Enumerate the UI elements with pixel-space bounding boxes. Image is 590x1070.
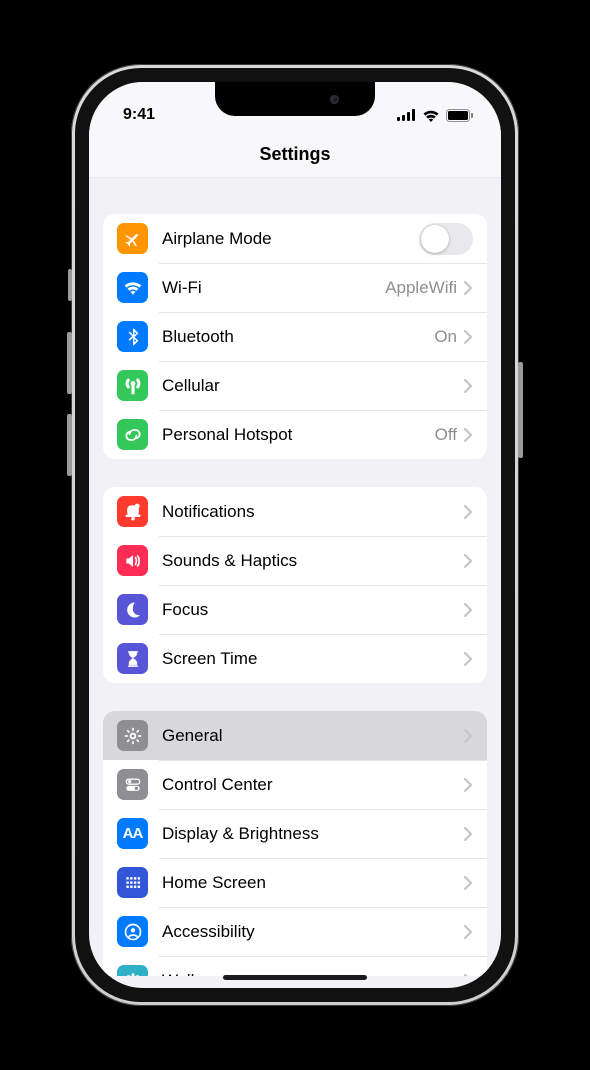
- bell-icon: [117, 496, 148, 527]
- iphone-device-frame: 9:41 Settings Airplane Mode Wi-FiAppleWif…: [71, 64, 519, 1006]
- settings-group: General Control Center AA Display & Brightn…: [103, 711, 487, 976]
- screen-time-label: Screen Time: [162, 649, 463, 669]
- control-center-row[interactable]: Control Center: [103, 760, 487, 809]
- sounds-haptics-label: Sounds & Haptics: [162, 551, 463, 571]
- status-time: 9:41: [123, 106, 155, 124]
- chevron-right-icon: [463, 553, 473, 569]
- wifi-detail: AppleWifi: [385, 278, 457, 298]
- page-title: Settings: [89, 130, 501, 178]
- bluetooth-label: Bluetooth: [162, 327, 434, 347]
- link-icon: [117, 419, 148, 450]
- screen: 9:41 Settings Airplane Mode Wi-FiAppleWif…: [89, 82, 501, 988]
- accessibility-row[interactable]: Accessibility: [103, 907, 487, 956]
- chevron-right-icon: [463, 329, 473, 345]
- control-center-label: Control Center: [162, 775, 463, 795]
- bluetooth-row[interactable]: BluetoothOn: [103, 312, 487, 361]
- notifications-row[interactable]: Notifications: [103, 487, 487, 536]
- chevron-right-icon: [463, 826, 473, 842]
- wifi-row[interactable]: Wi-FiAppleWifi: [103, 263, 487, 312]
- personal-hotspot-row[interactable]: Personal HotspotOff: [103, 410, 487, 459]
- settings-group: Notifications Sounds & Haptics Focus Screen…: [103, 487, 487, 683]
- chevron-right-icon: [463, 651, 473, 667]
- airplane-icon: [117, 223, 148, 254]
- focus-label: Focus: [162, 600, 463, 620]
- chevron-right-icon: [463, 427, 473, 443]
- home-screen-label: Home Screen: [162, 873, 463, 893]
- notifications-label: Notifications: [162, 502, 463, 522]
- display-brightness-label: Display & Brightness: [162, 824, 463, 844]
- display-brightness-row[interactable]: AA Display & Brightness: [103, 809, 487, 858]
- side-button: [518, 362, 523, 458]
- airplane-mode-row[interactable]: Airplane Mode: [103, 214, 487, 263]
- chevron-right-icon: [463, 924, 473, 940]
- volume-down-button: [67, 414, 72, 476]
- accessibility-label: Accessibility: [162, 922, 463, 942]
- general-label: General: [162, 726, 463, 746]
- aa-icon: AA: [117, 818, 148, 849]
- sounds-haptics-row[interactable]: Sounds & Haptics: [103, 536, 487, 585]
- wifi-icon: [117, 272, 148, 303]
- personal-hotspot-label: Personal Hotspot: [162, 425, 435, 445]
- bluetooth-detail: On: [434, 327, 457, 347]
- general-row[interactable]: General: [103, 711, 487, 760]
- cellular-label: Cellular: [162, 376, 463, 396]
- settings-scroll-area[interactable]: Airplane ModeWi-FiAppleWifiBluetoothOnCe…: [89, 178, 501, 976]
- wifi-status-icon: [422, 109, 440, 122]
- flower-icon: [117, 965, 148, 976]
- chevron-right-icon: [463, 973, 473, 977]
- battery-icon: [446, 109, 473, 122]
- chevron-right-icon: [463, 777, 473, 793]
- focus-row[interactable]: Focus: [103, 585, 487, 634]
- wifi-label: Wi-Fi: [162, 278, 385, 298]
- moon-icon: [117, 594, 148, 625]
- volume-up-button: [67, 332, 72, 394]
- gear-icon: [117, 720, 148, 751]
- wallpaper-row[interactable]: Wallpaper: [103, 956, 487, 976]
- cellular-signal-icon: [397, 109, 416, 121]
- antenna-icon: [117, 370, 148, 401]
- airplane-mode-toggle[interactable]: [419, 223, 473, 255]
- settings-group: Airplane ModeWi-FiAppleWifiBluetoothOnCe…: [103, 214, 487, 459]
- bluetooth-icon: [117, 321, 148, 352]
- mute-switch: [68, 269, 72, 301]
- chevron-right-icon: [463, 504, 473, 520]
- switches-icon: [117, 769, 148, 800]
- chevron-right-icon: [463, 728, 473, 744]
- notch: [215, 82, 375, 116]
- hourglass-icon: [117, 643, 148, 674]
- home-indicator[interactable]: [223, 975, 367, 980]
- chevron-right-icon: [463, 602, 473, 618]
- chevron-right-icon: [463, 378, 473, 394]
- chevron-right-icon: [463, 875, 473, 891]
- chevron-right-icon: [463, 280, 473, 296]
- grid-icon: [117, 867, 148, 898]
- airplane-mode-label: Airplane Mode: [162, 229, 419, 249]
- person-circle-icon: [117, 916, 148, 947]
- speaker-icon: [117, 545, 148, 576]
- screen-time-row[interactable]: Screen Time: [103, 634, 487, 683]
- cellular-row[interactable]: Cellular: [103, 361, 487, 410]
- home-screen-row[interactable]: Home Screen: [103, 858, 487, 907]
- personal-hotspot-detail: Off: [435, 425, 457, 445]
